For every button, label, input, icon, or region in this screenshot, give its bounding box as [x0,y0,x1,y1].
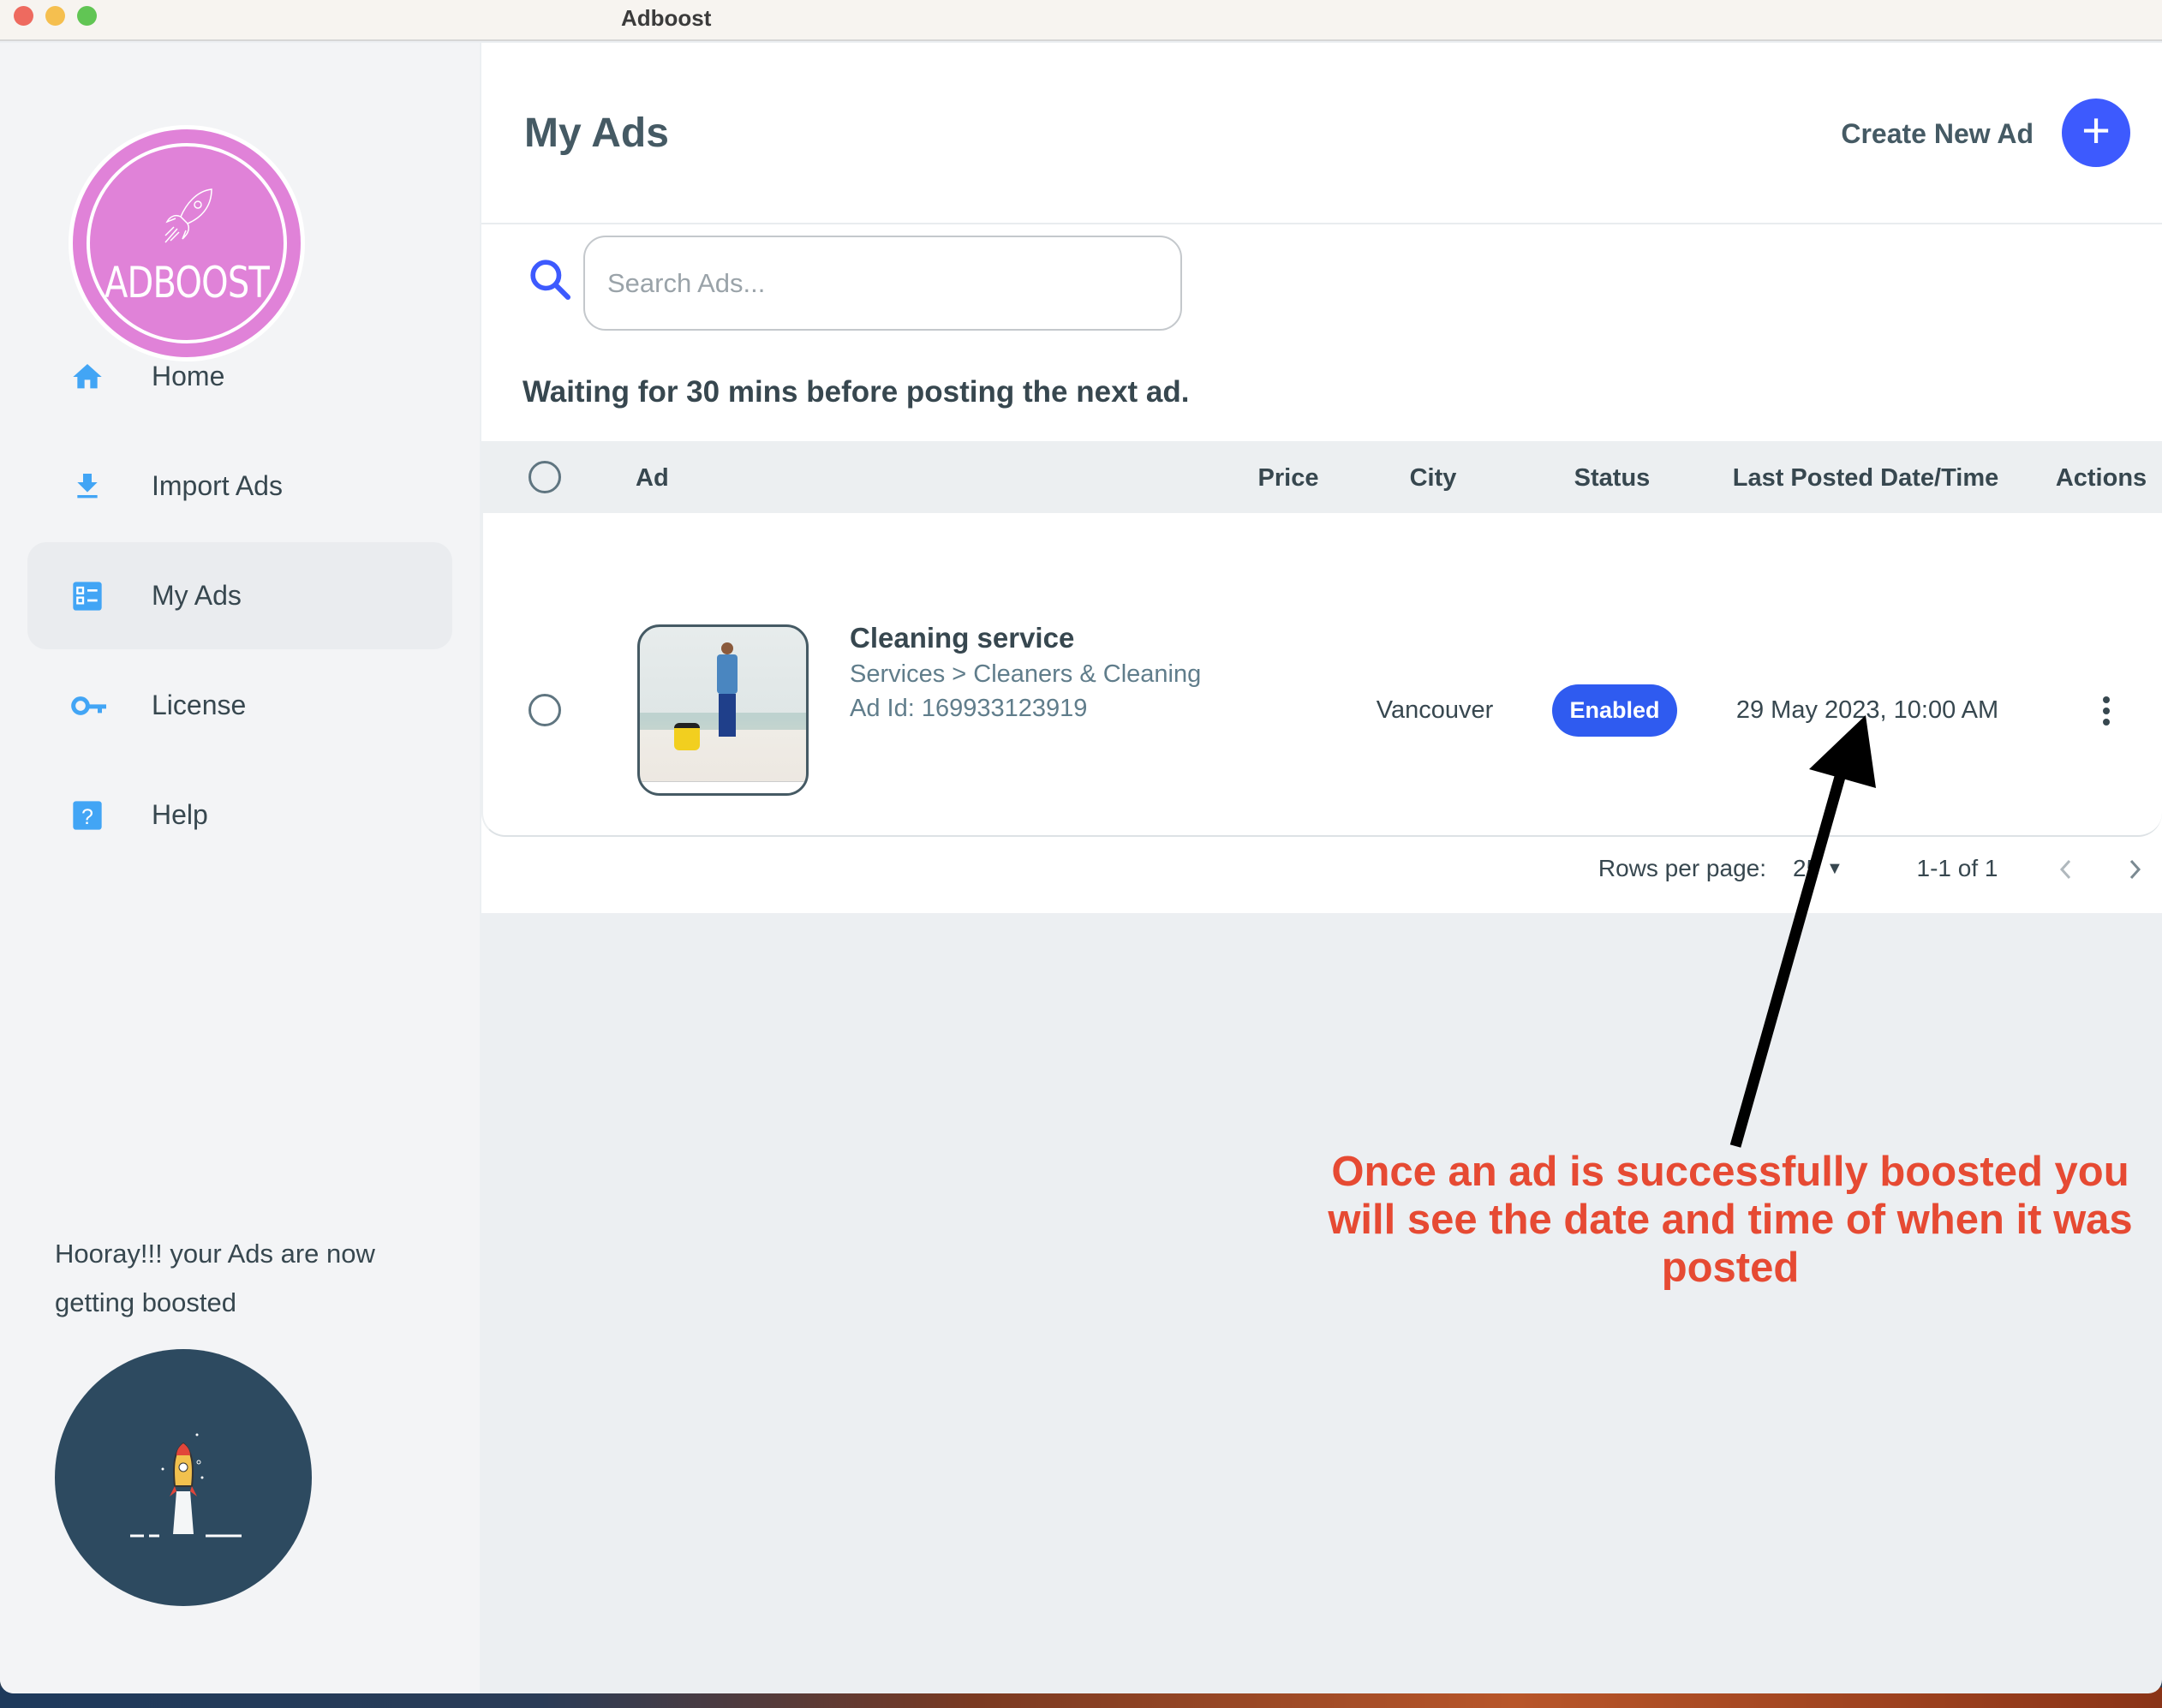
annotation-arrow [1729,715,1876,1148]
annotation-text: Once an ad is successfully boosted you w… [1328,1149,2133,1291]
app-window: Adboost ADBOOST Home Import Ads My Ads L… [0,0,2162,1693]
